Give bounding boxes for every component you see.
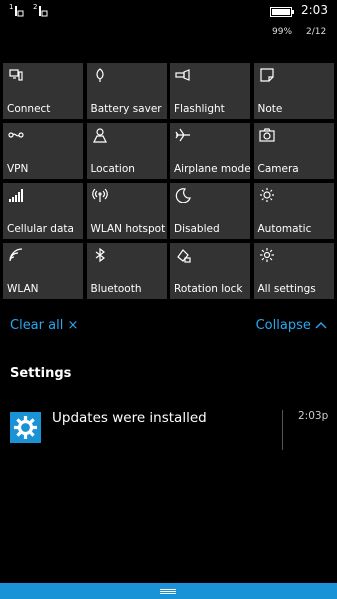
rotation-lock-icon — [175, 247, 191, 263]
camera-icon — [258, 127, 275, 143]
notification-group-title: Settings — [10, 366, 72, 381]
connect-icon — [8, 67, 24, 83]
quick-action-label: Note — [257, 103, 283, 115]
battery-saver-icon — [92, 67, 108, 83]
status-bar: 1 2 2:03 99% 2/12 — [0, 0, 337, 44]
notification-title: Updates were installed — [52, 410, 207, 426]
quick-action-all-settings[interactable]: All settings — [253, 243, 334, 299]
quick-action-label: Disabled — [174, 223, 220, 235]
quick-action-camera[interactable]: Camera — [253, 123, 334, 179]
quick-action-label: WLAN hotspot — [90, 223, 166, 235]
chevron-up-icon — [315, 322, 327, 329]
quick-action-label: Battery saver — [90, 103, 162, 115]
notification-divider — [282, 410, 283, 450]
gear-icon — [259, 247, 275, 263]
quick-action-wlan[interactable]: WLAN — [3, 243, 83, 299]
sim2-index: 2 — [33, 3, 38, 11]
quick-action-connect[interactable]: Connect — [3, 63, 83, 119]
quick-action-location[interactable]: Location — [86, 123, 167, 179]
settings-gear-icon — [10, 412, 41, 443]
quick-action-cellular-data[interactable]: Cellular data — [3, 183, 83, 239]
quick-action-vpn[interactable]: VPN — [3, 123, 83, 179]
battery-icon — [270, 7, 294, 17]
clock: 2:03 — [301, 3, 328, 17]
quick-action-bluetooth[interactable]: Bluetooth — [86, 243, 167, 299]
airplane-icon — [175, 127, 191, 143]
notification-time: 2:03p — [298, 410, 329, 422]
location-icon — [92, 127, 108, 143]
quick-action-airplane-mode[interactable]: Airplane mode — [170, 123, 251, 179]
quick-action-note[interactable]: Note — [253, 63, 334, 119]
sim2-indicator: 2 — [33, 4, 48, 22]
quick-action-wlan-hotspot[interactable]: WLAN hotspot — [86, 183, 167, 239]
moon-icon — [175, 187, 191, 204]
close-icon: × — [67, 318, 79, 333]
wlan-icon — [8, 247, 24, 263]
sim-signal-icon — [39, 6, 48, 17]
clear-all-label: Clear all — [10, 318, 64, 333]
quick-action-label: VPN — [7, 163, 29, 175]
quick-action-label: Rotation lock — [174, 283, 243, 295]
date: 2/12 — [306, 27, 327, 37]
cellular-icon — [8, 187, 24, 203]
brightness-icon — [259, 187, 275, 203]
action-row: Clear all × Collapse — [10, 318, 327, 336]
drag-handle-icon[interactable] — [160, 589, 176, 594]
quick-action-brightness[interactable]: Automatic — [253, 183, 334, 239]
collapse-button[interactable]: Collapse — [256, 318, 327, 333]
action-center-handle-bar[interactable] — [0, 583, 337, 599]
sim-signal-icon — [15, 6, 24, 17]
quick-action-label: All settings — [257, 283, 316, 295]
clear-all-button[interactable]: Clear all × — [10, 318, 78, 333]
quick-action-rotation-lock[interactable]: Rotation lock — [170, 243, 250, 299]
quick-action-battery-saver[interactable]: Battery saver — [86, 63, 167, 119]
quick-action-label: Bluetooth — [90, 283, 142, 295]
battery-percent: 99% — [272, 27, 293, 37]
quick-action-label: Airplane mode — [174, 163, 251, 175]
sim1-indicator: 1 — [9, 4, 24, 22]
note-icon — [259, 67, 275, 83]
notification-item[interactable]: Updates were installed 2:03p — [10, 408, 329, 450]
quick-action-quiet-hours[interactable]: Disabled — [170, 183, 250, 239]
quick-action-label: Connect — [7, 103, 51, 115]
quick-action-label: Automatic — [257, 223, 312, 235]
bluetooth-icon — [92, 247, 108, 263]
quick-action-label: Location — [90, 163, 135, 175]
collapse-label: Collapse — [255, 318, 311, 333]
quick-action-label: Flashlight — [174, 103, 225, 115]
quick-action-label: Cellular data — [7, 223, 74, 235]
vpn-icon — [8, 127, 24, 143]
sim1-index: 1 — [9, 3, 14, 11]
quick-action-label: WLAN — [7, 283, 39, 295]
quick-action-label: Camera — [257, 163, 299, 175]
hotspot-icon — [91, 187, 108, 203]
quick-actions-grid: Connect Battery saver Flashlight Note VP… — [3, 63, 334, 299]
quick-action-flashlight[interactable]: Flashlight — [170, 63, 250, 119]
flashlight-icon — [175, 67, 191, 83]
